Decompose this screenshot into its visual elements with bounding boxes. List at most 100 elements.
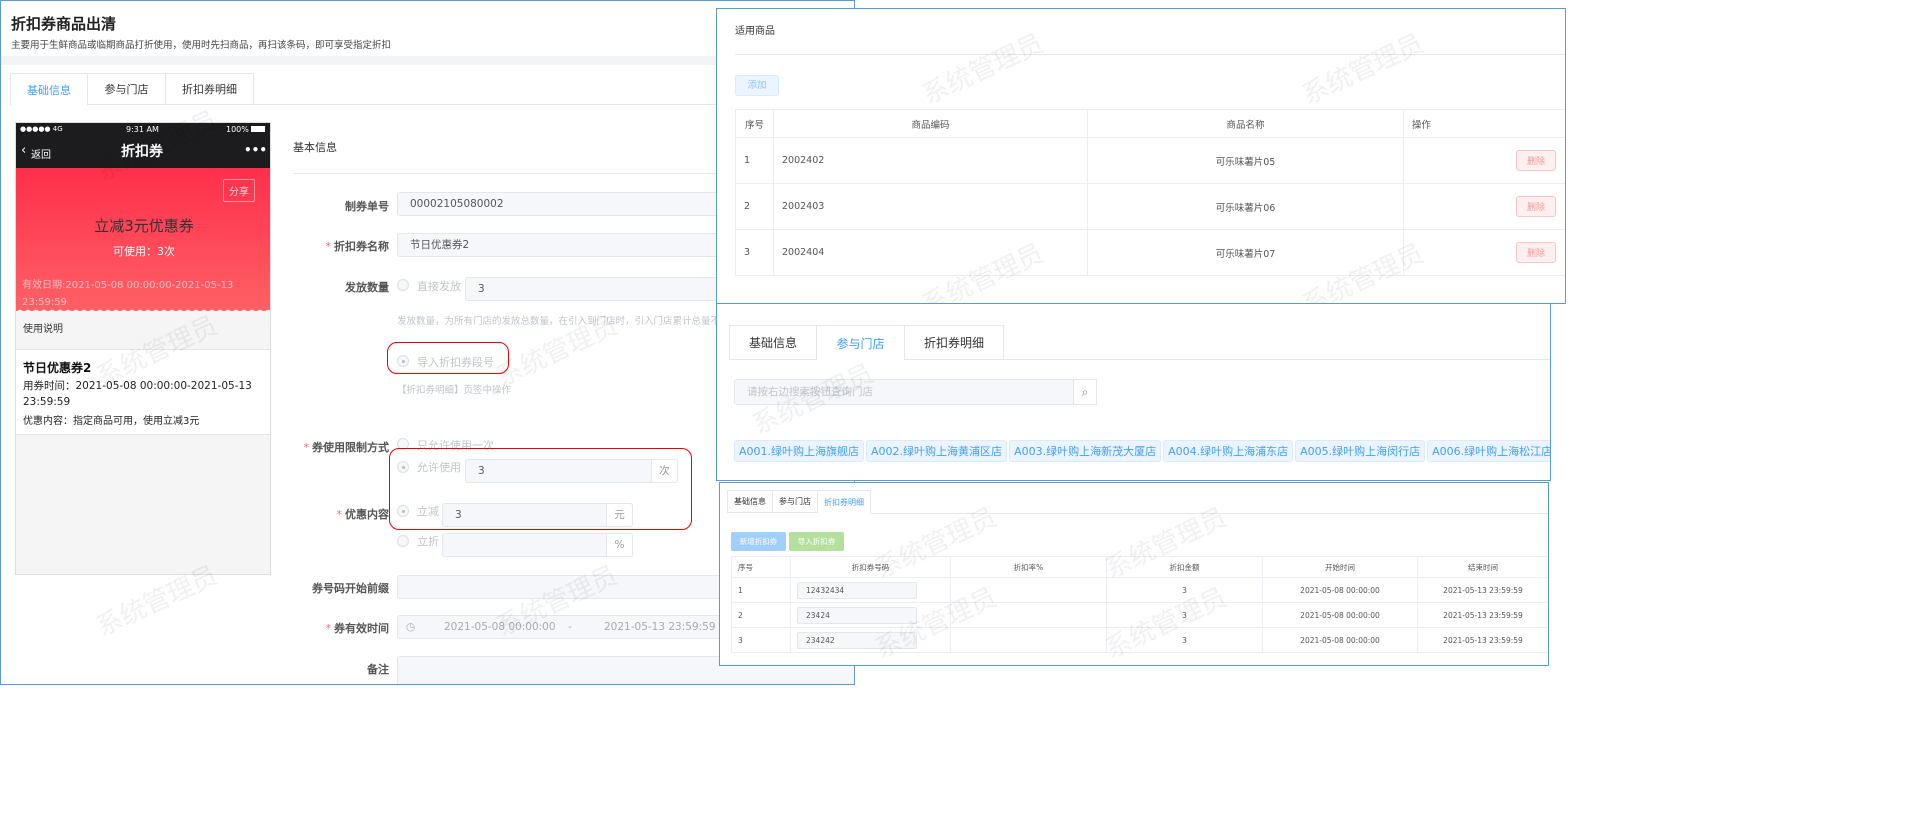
clock-icon: ◷ <box>406 621 416 633</box>
row-index: 1 <box>731 577 791 603</box>
tab-basic-info[interactable]: 基础信息 <box>10 73 88 106</box>
direct-issue-radio[interactable] <box>397 279 409 291</box>
coupon-code-field[interactable]: 23424 <box>797 606 917 624</box>
prefix-label: 券号码开始前缀 <box>312 582 389 595</box>
action-cell: 删除 <box>1403 183 1565 230</box>
column-header: 结束时间 <box>1417 556 1548 578</box>
table-row: 2 23424 3 2021-05-08 00:00:00 2021-05-13… <box>731 602 1548 628</box>
allow-count-field[interactable]: 3 <box>465 459 652 483</box>
table-row: 2 2002403 可乐味薯片06 删除 <box>735 183 1565 230</box>
coupon-use-time: 用券时间：2021-05-08 00:00:00-2021-05-13 23:5… <box>23 380 252 408</box>
coupon-details-table: 序号 折扣券号码 折扣率% 折扣金额 开始时间 结束时间 1 12432434 … <box>731 556 1548 653</box>
column-header: 序号 <box>735 109 774 138</box>
remark-label: 备注 <box>367 663 389 676</box>
column-header: 操作 <box>1403 109 1565 138</box>
reduce-label: 立减 <box>417 505 439 518</box>
coupon-details-panel: 基础信息 参与门店 折扣券明细 新增折扣券 导入折扣券 序号 折扣券号码 折扣率… <box>719 482 1549 666</box>
start-time: 2021-05-08 00:00:00 <box>1262 577 1418 603</box>
store-search-button[interactable]: ⌕ <box>1073 379 1097 405</box>
allow-use-label: 允许使用 <box>417 461 461 474</box>
discount-rate <box>950 602 1107 628</box>
discount-amount: 3 <box>1106 627 1263 653</box>
tab-coupon-details[interactable]: 折扣券明细 <box>904 325 1004 360</box>
product-code: 2002404 <box>773 229 1088 276</box>
voucher-no-label: 制券单号 <box>345 200 389 213</box>
phone-time: 9:31 AM <box>126 125 159 134</box>
end-time: 2021-05-13 23:59:59 <box>1417 602 1548 628</box>
tab-stores[interactable]: 参与门店 <box>816 325 905 361</box>
import-help: 【折扣券明细】页签中操作 <box>397 385 512 396</box>
import-coupon-button[interactable]: 导入折扣券 <box>789 532 844 551</box>
delete-button[interactable]: 删除 <box>1515 242 1556 263</box>
end-time: 2021-05-13 23:59:59 <box>1417 627 1548 653</box>
store-tag[interactable]: A002.绿叶购上海黄浦区店 <box>866 440 1008 462</box>
percent-value-field[interactable] <box>442 533 607 557</box>
reduce-value-field[interactable]: 3 <box>442 503 607 527</box>
table-row: 1 2002402 可乐味薯片05 删除 <box>735 137 1565 184</box>
tab-basic-info[interactable]: 基础信息 <box>729 325 817 360</box>
table-row: 3 2002404 可乐味薯片07 删除 <box>735 229 1565 276</box>
add-product-button[interactable]: 添加 <box>735 75 779 96</box>
delete-button[interactable]: 删除 <box>1515 150 1556 171</box>
delete-button[interactable]: 删除 <box>1515 196 1556 217</box>
import-segment-label: 导入折扣券段号 <box>417 356 494 369</box>
product-name: 可乐味薯片07 <box>1087 229 1404 276</box>
page-subtitle: 主要用于生鲜商品或临期商品打折使用，使用时先扫商品，再扫该条码，即可享受指定折扣 <box>11 40 392 51</box>
store-tag[interactable]: A006.绿叶购上海松江店 <box>1427 440 1550 462</box>
coupon-title: 立减3元优惠券 <box>94 217 194 235</box>
percent-off-radio[interactable] <box>397 535 409 547</box>
back-button[interactable]: 返回 <box>31 146 51 161</box>
search-icon: ⌕ <box>1081 385 1089 399</box>
allow-unit: 次 <box>651 459 678 483</box>
start-time: 2021-05-08 00:00:00 <box>1262 602 1418 628</box>
table-row: 3 234242 3 2021-05-08 00:00:00 2021-05-1… <box>731 627 1548 653</box>
phone-preview: ●●●●● 4G 9:31 AM 100% ‹ 返回 折扣券 ••• 分享 立减… <box>15 122 271 575</box>
coupon-code-field[interactable]: 12432434 <box>797 581 917 599</box>
store-search-input[interactable]: 请按右边搜索按钮查询门店 <box>734 379 1074 405</box>
discount-rate <box>950 627 1107 653</box>
tab-stores[interactable]: 参与门店 <box>772 490 818 513</box>
action-cell: 删除 <box>1403 229 1565 276</box>
share-button[interactable]: 分享 <box>223 179 255 202</box>
percent-off-label: 立折 <box>417 535 439 548</box>
store-tag[interactable]: A005.绿叶购上海闵行店 <box>1295 440 1426 462</box>
coupon-code-cell: 12432434 <box>790 577 951 603</box>
coupon-usable: 可使用：3次 <box>113 245 175 258</box>
start-time: 2021-05-08 00:00:00 <box>1262 627 1418 653</box>
more-icon[interactable]: ••• <box>244 143 267 157</box>
back-chevron-icon[interactable]: ‹ <box>21 143 26 158</box>
column-header: 折扣率% <box>950 556 1107 578</box>
new-coupon-button[interactable]: 新增折扣券 <box>731 532 786 551</box>
usage-limit-label: * 券使用限制方式 <box>303 441 390 454</box>
column-header: 开始时间 <box>1262 556 1418 578</box>
end-time: 2021-05-13 23:59:59 <box>1417 577 1548 603</box>
coupon-content: 优惠内容：指定商品可用，使用立减3元 <box>23 416 200 427</box>
coupon-code-field[interactable]: 234242 <box>797 631 917 649</box>
store-tag[interactable]: A003.绿叶购上海新茂大厦店 <box>1009 440 1162 462</box>
column-header: 折扣金额 <box>1106 556 1263 578</box>
coupon-code-cell: 23424 <box>790 602 951 628</box>
row-index: 2 <box>731 602 791 628</box>
discount-content-label: * 优惠内容 <box>336 508 390 521</box>
reduce-radio[interactable] <box>397 505 409 517</box>
allow-use-radio[interactable] <box>397 461 409 473</box>
tab-basic-info[interactable]: 基础信息 <box>727 490 773 513</box>
validity-end: 2021-05-13 23:59:59 <box>604 621 716 633</box>
row-index: 3 <box>735 229 774 276</box>
column-header: 商品编码 <box>773 109 1088 138</box>
column-header: 序号 <box>731 556 791 578</box>
coupon-validity: 有效日期:2021-05-08 00:00:00-2021-05-13 23:5… <box>22 280 234 308</box>
tab-stores[interactable]: 参与门店 <box>87 73 166 105</box>
import-segment-radio[interactable] <box>397 355 409 367</box>
store-tag[interactable]: A004.绿叶购上海浦东店 <box>1163 440 1294 462</box>
coupon-code-cell: 234242 <box>790 627 951 653</box>
validity-label: * 券有效时间 <box>325 622 390 635</box>
phone-nav-title: 折扣券 <box>121 144 163 160</box>
product-name: 可乐味薯片06 <box>1087 183 1404 230</box>
tab-coupon-details[interactable]: 折扣券明细 <box>165 73 254 105</box>
tab-coupon-details[interactable]: 折扣券明细 <box>817 490 871 514</box>
reduce-unit: 元 <box>606 503 633 527</box>
store-tag[interactable]: A001.绿叶购上海旗舰店 <box>734 440 865 462</box>
product-name: 可乐味薯片05 <box>1087 137 1404 184</box>
product-code: 2002402 <box>773 137 1088 184</box>
